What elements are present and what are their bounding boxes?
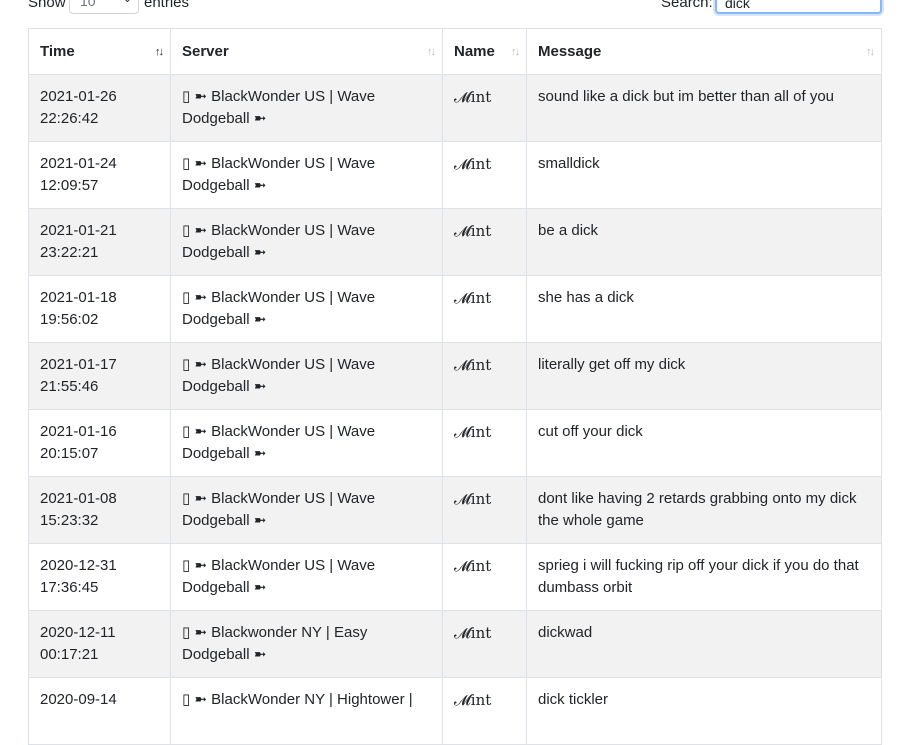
cell-time: 2020-12-31 17:36:45 (28, 543, 171, 611)
cell-name: 𝓜int (442, 409, 527, 477)
table-row: 2020-09-14 ▯ ➼ BlackWonder NY | Hightowe… (28, 677, 882, 745)
cell-time: 2020-09-14 (28, 677, 171, 745)
cell-server: ▯ ➼ BlackWonder US | Wave Dodgeball ➼ (170, 275, 443, 343)
column-header-name[interactable]: Name ↑↓ (442, 28, 527, 75)
cell-name: 𝓜int (442, 677, 527, 745)
cell-server: ▯ ➼ BlackWonder US | Wave Dodgeball ➼ (170, 208, 443, 276)
cell-time: 2021-01-18 19:56:02 (28, 275, 171, 343)
cell-time: 2021-01-08 15:23:32 (28, 476, 171, 544)
messages-table: Time ↑↓ Server ↑↓ Name ↑↓ Message ↑↓ 2021-01… (28, 28, 882, 745)
table-header-row: Time ↑↓ Server ↑↓ Name ↑↓ Message ↑↓ (28, 28, 882, 75)
cell-message: be a dick (526, 208, 882, 276)
cell-message: sprieg i will fucking rip off your dick … (526, 543, 882, 611)
cell-time: 2021-01-21 23:22:21 (28, 208, 171, 276)
search-input[interactable]: dick (715, 0, 882, 14)
search-label: Search: (661, 0, 713, 11)
cell-server: ▯ ➼ BlackWonder US | Wave Dodgeball ➼ (170, 409, 443, 477)
table-controls: Show 10 ⌄ entries Search: dick (0, 0, 909, 17)
cell-message: she has a dick (526, 275, 882, 343)
cell-name: 𝓜int (442, 141, 527, 209)
cell-message: dont like having 2 retards grabbing onto… (526, 476, 882, 544)
cell-message: cut off your dick (526, 409, 882, 477)
cell-name: 𝓜int (442, 342, 527, 410)
table-row: 2020-12-31 17:36:45 ▯ ➼ BlackWonder US |… (28, 543, 882, 611)
sort-icon: ↑↓ (866, 46, 875, 58)
table-row: 2021-01-21 23:22:21 ▯ ➼ BlackWonder US |… (28, 208, 882, 276)
cell-time: 2021-01-26 22:26:42 (28, 74, 171, 142)
cell-name: 𝓜int (442, 74, 527, 142)
cell-message: sound like a dick but im better than all… (526, 74, 882, 142)
table-row: 2021-01-08 15:23:32 ▯ ➼ BlackWonder US |… (28, 476, 882, 544)
table-row: 2021-01-16 20:15:07 ▯ ➼ BlackWonder US |… (28, 409, 882, 477)
page-size-value: 10 (80, 0, 96, 9)
cell-message: literally get off my dick (526, 342, 882, 410)
cell-server: ▯ ➼ BlackWonder NY | Hightower | (170, 677, 443, 745)
cell-time: 2021-01-24 12:09:57 (28, 141, 171, 209)
cell-time: 2021-01-17 21:55:46 (28, 342, 171, 410)
cell-name: 𝓜int (442, 208, 527, 276)
cell-name: 𝓜int (442, 275, 527, 343)
cell-time: 2021-01-16 20:15:07 (28, 409, 171, 477)
column-header-server[interactable]: Server ↑↓ (170, 28, 443, 75)
cell-server: ▯ ➼ BlackWonder US | Wave Dodgeball ➼ (170, 342, 443, 410)
table-row: 2020-12-11 00:17:21 ▯ ➼ Blackwonder NY |… (28, 610, 882, 678)
show-label: Show (28, 0, 66, 11)
cell-server: ▯ ➼ BlackWonder US | Wave Dodgeball ➼ (170, 476, 443, 544)
page-size-select[interactable]: 10 ⌄ (69, 0, 139, 14)
cell-name: 𝓜int (442, 610, 527, 678)
sort-icon: ↑↓ (511, 46, 520, 58)
sort-icon: ↑↓ (427, 46, 436, 58)
table-row: 2021-01-26 22:26:42 ▯ ➼ BlackWonder US |… (28, 74, 882, 142)
table-row: 2021-01-24 12:09:57 ▯ ➼ BlackWonder US |… (28, 141, 882, 209)
cell-message: smalldick (526, 141, 882, 209)
search-input-value: dick (725, 0, 750, 11)
column-header-time[interactable]: Time ↑↓ (28, 28, 171, 75)
column-header-message[interactable]: Message ↑↓ (526, 28, 882, 75)
cell-time: 2020-12-11 00:17:21 (28, 610, 171, 678)
cell-message: dickwad (526, 610, 882, 678)
cell-server: ▯ ➼ BlackWonder US | Wave Dodgeball ➼ (170, 141, 443, 209)
sort-descending-icon: ↑↓ (155, 46, 164, 58)
table-row: 2021-01-17 21:55:46 ▯ ➼ BlackWonder US |… (28, 342, 882, 410)
cell-server: ▯ ➼ Blackwonder NY | Easy Dodgeball ➼ (170, 610, 443, 678)
chevron-down-icon: ⌄ (123, 0, 132, 5)
cell-server: ▯ ➼ BlackWonder US | Wave Dodgeball ➼ (170, 543, 443, 611)
cell-server: ▯ ➼ BlackWonder US | Wave Dodgeball ➼ (170, 74, 443, 142)
cell-name: 𝓜int (442, 476, 527, 544)
cell-message: dick tickler (526, 677, 882, 745)
cell-name: 𝓜int (442, 543, 527, 611)
entries-label: entries (144, 0, 190, 11)
table-row: 2021-01-18 19:56:02 ▯ ➼ BlackWonder US |… (28, 275, 882, 343)
